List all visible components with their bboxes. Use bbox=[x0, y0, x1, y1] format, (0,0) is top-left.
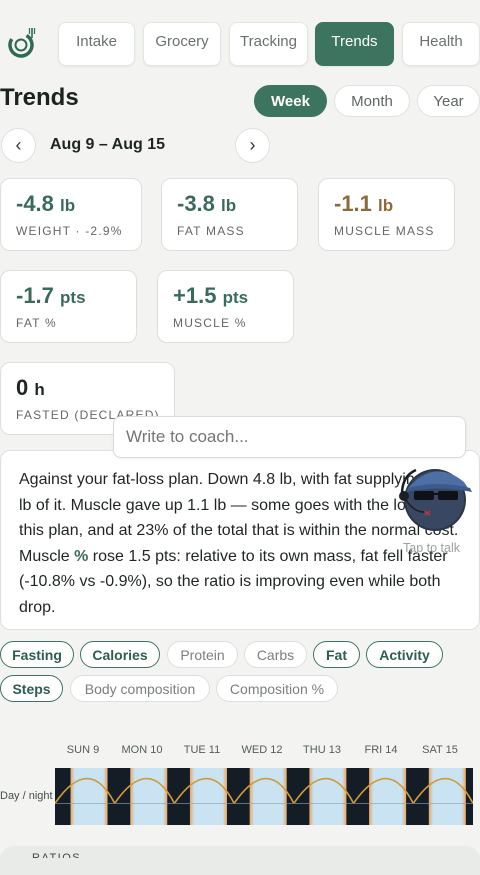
prev-week-button[interactable]: ‹ bbox=[1, 128, 36, 163]
day-label: MON 10 bbox=[121, 744, 163, 756]
chip-calories[interactable]: Calories bbox=[80, 641, 160, 668]
stat-value: -3.8 lb bbox=[177, 191, 237, 216]
page-title: Trends bbox=[0, 84, 79, 111]
stat-value: -1.7 pts bbox=[16, 283, 86, 308]
stat-value: +1.5 pts bbox=[173, 283, 249, 308]
tab-tracking[interactable]: Tracking bbox=[229, 22, 308, 66]
stat-label: WEIGHT · -2.9% bbox=[16, 224, 123, 238]
chip-steps[interactable]: Steps bbox=[0, 675, 63, 702]
coach-input[interactable] bbox=[113, 416, 466, 458]
daylight-band bbox=[130, 768, 168, 825]
day-label: SUN 9 bbox=[66, 744, 100, 756]
chevron-left-icon: ‹ bbox=[15, 135, 22, 155]
stat-card-muscle-mass: -1.1 lb MUSCLE MASS bbox=[318, 178, 455, 251]
tap-to-talk-label: Tap to talk bbox=[403, 541, 460, 555]
stat-card-weight: -4.8 lb WEIGHT · -2.9% bbox=[0, 178, 142, 251]
daylight-band bbox=[369, 768, 407, 825]
daylight-band bbox=[249, 768, 287, 825]
chip-body-composition[interactable]: Body composition bbox=[70, 675, 210, 702]
ratios-heading: RATIOS bbox=[32, 852, 82, 858]
period-year-button[interactable]: Year bbox=[417, 85, 480, 117]
stat-label: MUSCLE MASS bbox=[334, 224, 435, 238]
tab-health[interactable]: Health bbox=[402, 22, 480, 66]
chip-composition-percent[interactable]: Composition % bbox=[216, 675, 338, 702]
stat-label: FAT MASS bbox=[177, 224, 245, 238]
day-label: FRI 14 bbox=[364, 744, 398, 756]
day-night-chart bbox=[55, 768, 473, 825]
period-week-button[interactable]: Week bbox=[254, 85, 327, 117]
tab-grocery[interactable]: Grocery bbox=[143, 22, 221, 66]
stat-card-fat-mass: -3.8 lb FAT MASS bbox=[161, 178, 298, 251]
app-logo-icon[interactable] bbox=[6, 26, 40, 60]
next-week-button[interactable]: › bbox=[235, 128, 270, 163]
day-label: TUE 11 bbox=[183, 744, 221, 756]
chip-carbs[interactable]: Carbs bbox=[244, 641, 307, 668]
daylight-band bbox=[189, 768, 227, 825]
chip-fat[interactable]: Fat bbox=[313, 641, 360, 668]
day-label: THU 13 bbox=[303, 744, 341, 756]
chip-fasting[interactable]: Fasting bbox=[0, 641, 74, 668]
tab-trends[interactable]: Trends bbox=[315, 22, 394, 66]
day-label: WED 12 bbox=[241, 744, 283, 756]
chevron-right-icon: › bbox=[249, 135, 256, 155]
stat-label: FAT % bbox=[16, 316, 57, 330]
date-range-label: Aug 9 – Aug 15 bbox=[50, 136, 165, 153]
stat-card-muscle-percent: +1.5 pts MUSCLE % bbox=[157, 270, 294, 343]
day-label: SAT 15 bbox=[422, 744, 458, 756]
stat-card-fat-percent: -1.7 pts FAT % bbox=[0, 270, 137, 343]
chip-activity[interactable]: Activity bbox=[366, 641, 443, 668]
stat-value: -4.8 lb bbox=[16, 191, 76, 216]
day-night-row-label: Day / night bbox=[0, 790, 53, 802]
daylight-band bbox=[428, 768, 466, 825]
period-month-button[interactable]: Month bbox=[334, 85, 410, 117]
stat-value: -1.1 lb bbox=[334, 191, 394, 216]
stat-label: MUSCLE % bbox=[173, 316, 247, 330]
daylight-band bbox=[309, 768, 347, 825]
stat-value: 0 h bbox=[16, 375, 45, 400]
chip-protein[interactable]: Protein bbox=[167, 641, 238, 668]
tab-intake[interactable]: Intake bbox=[58, 22, 135, 66]
daylight-band bbox=[70, 768, 108, 825]
ratios-panel: RATIOS bbox=[0, 846, 480, 875]
coach-avatar-icon[interactable] bbox=[398, 460, 472, 534]
